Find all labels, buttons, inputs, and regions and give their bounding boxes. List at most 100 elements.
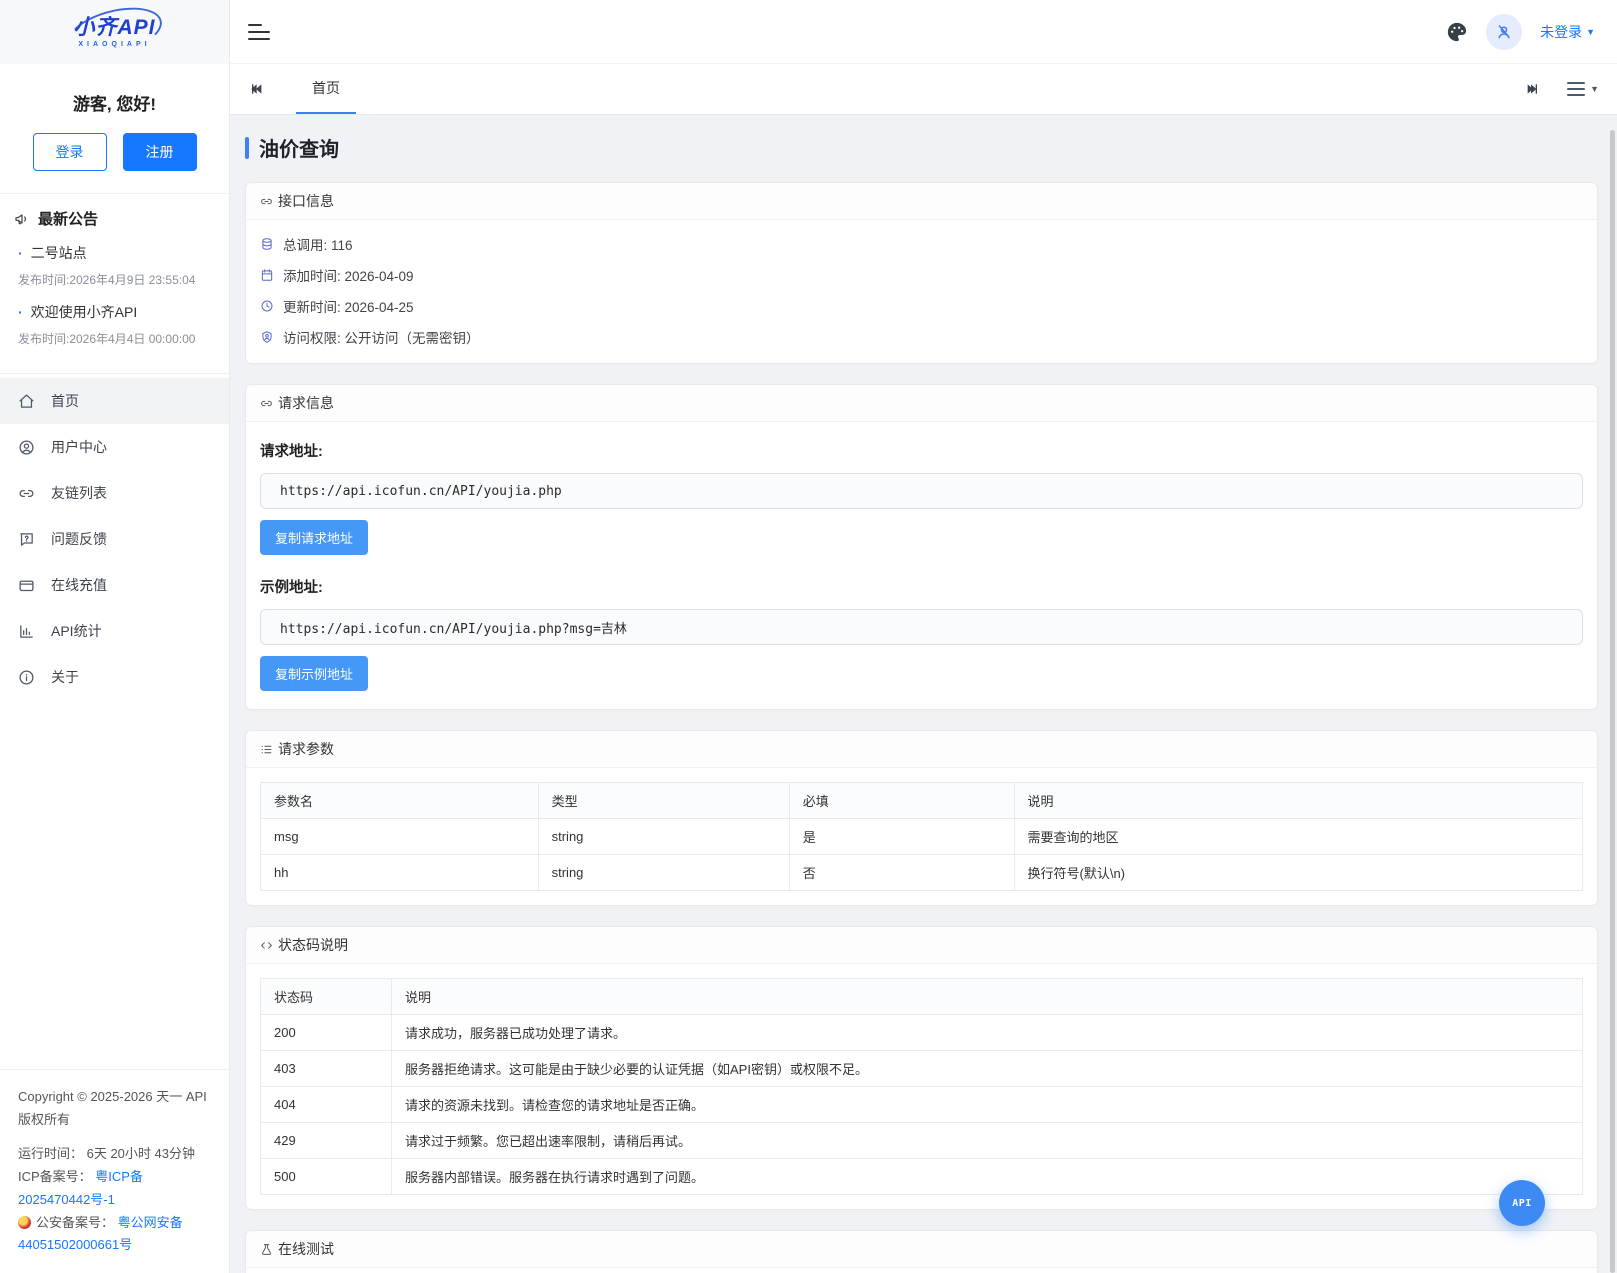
chart-icon (20, 624, 33, 638)
divider (0, 373, 229, 374)
table-row: hh string 否 换行符号(默认\n) (260, 854, 1584, 891)
status-code: 200 (260, 1014, 392, 1051)
card-title: 状态码说明 (278, 937, 348, 953)
login-status-text: 未登录 (1540, 23, 1583, 40)
announcement-item[interactable]: 二号站点 发布时间:2026年4月9日 23:55:04 (14, 243, 215, 288)
link-icon (261, 400, 272, 406)
status-codes-table: 状态码 说明 200 请求成功，服务器已成功处理了请求。 403 服务器拒绝请求… (260, 978, 1583, 1195)
sidebar-collapse-icon[interactable] (248, 23, 270, 40)
table-header-row: 状态码 说明 (260, 978, 1583, 1015)
example-url-label: 示例地址: (260, 580, 323, 596)
sidebar-item-home[interactable]: 首页 (0, 378, 229, 424)
announcement-title: 二号站点 (18, 243, 215, 263)
table-row: 429 请求过于频繁。您已超出速率限制，请稍后再试。 (260, 1122, 1583, 1159)
param-required: 是 (788, 818, 1015, 855)
status-description: 服务器内部错误。服务器在执行请求时遇到了问题。 (391, 1158, 1583, 1195)
guest-greeting: 游客, 您好! (72, 95, 157, 114)
status-description: 请求的资源未找到。请检查您的请求地址是否正确。 (391, 1086, 1583, 1123)
card-title: 在线测试 (278, 1241, 334, 1257)
column-header: 必填 (788, 782, 1015, 819)
tab-label: 首页 (312, 80, 340, 96)
param-required: 否 (788, 854, 1015, 891)
app-window: 小齐API XIAOQIAPI 游客, 您好! 登录 注册 最新公告 二号站点 … (0, 0, 1617, 1273)
topbar: 未登录 ▼ (230, 0, 1617, 64)
sidebar-item-api-stats[interactable]: API统计 (0, 608, 229, 654)
tabs-scroll-right-icon[interactable] (1525, 81, 1541, 97)
api-floating-button[interactable]: API (1499, 1180, 1545, 1226)
login-status-dropdown[interactable]: 未登录 ▼ (1540, 22, 1595, 42)
police-badge-icon (18, 1215, 31, 1229)
sidebar-item-feedback[interactable]: 问题反馈 (0, 516, 229, 562)
tab-home[interactable]: 首页 (296, 64, 356, 114)
card-icon (19, 580, 34, 591)
calendar-icon (261, 269, 273, 281)
page-title-row: 油价查询 (245, 133, 1598, 162)
access-permission-item: 访问权限: 公开访问（无需密钥） (260, 327, 1583, 347)
login-button[interactable]: 登录 (32, 133, 107, 171)
example-url-input[interactable] (260, 609, 1583, 645)
column-header: 说明 (391, 978, 1583, 1015)
status-codes-card: 状态码说明 状态码 说明 200 请求成功，服务器已成功处理了请求。 403 服… (245, 926, 1598, 1210)
code-icon (261, 941, 272, 949)
megaphone-icon (15, 213, 26, 224)
tabs-scroll-left-icon[interactable] (248, 81, 264, 97)
tabs-menu-dropdown[interactable]: ▼ (1567, 82, 1599, 96)
uptime-text: 运行时间： 6天 20小时 43分钟 (18, 1146, 195, 1162)
avatar[interactable] (1486, 13, 1523, 50)
updated-date-text: 更新时间: 2026-04-25 (283, 300, 414, 315)
announcement-title: 欢迎使用小齐API (18, 302, 215, 322)
copy-request-url-button[interactable]: 复制请求地址 (260, 520, 369, 555)
request-info-card: 请求信息 请求地址: 复制请求地址 示例地址: 复制示例地址 (245, 384, 1598, 710)
sidebar-item-label: 在线充值 (51, 577, 107, 593)
icp-label: ICP备案号： (18, 1169, 92, 1184)
table-row: 200 请求成功，服务器已成功处理了请求。 (260, 1014, 1583, 1051)
sidebar: 小齐API XIAOQIAPI 游客, 您好! 登录 注册 最新公告 二号站点 … (0, 0, 230, 1273)
announcements-section: 最新公告 二号站点 发布时间:2026年4月9日 23:55:04 欢迎使用小齐… (0, 194, 229, 373)
sidebar-item-recharge[interactable]: 在线充值 (0, 562, 229, 608)
request-params-card: 请求参数 参数名 类型 必填 说明 msg string 是 需要查询的地区 h… (245, 730, 1598, 906)
request-url-label: 请求地址: (260, 444, 323, 460)
card-title: 请求参数 (278, 741, 334, 757)
card-title: 接口信息 (278, 193, 334, 209)
main-content: 油价查询 接口信息 总调用: 116 添加时间: 2026-04-09 更新时间… (230, 115, 1617, 1273)
brand-logo[interactable]: 小齐API XIAOQIAPI (0, 0, 229, 65)
online-test-card: 在线测试 msg hh (245, 1230, 1598, 1273)
link-icon (261, 198, 272, 204)
copy-example-url-button[interactable]: 复制示例地址 (260, 656, 369, 691)
table-row: 500 服务器内部错误。服务器在执行请求时遇到了问题。 (260, 1158, 1583, 1195)
announcement-item[interactable]: 欢迎使用小齐API 发布时间:2026年4月4日 00:00:00 (14, 302, 215, 347)
database-icon (262, 238, 272, 250)
user-slash-icon (1498, 24, 1510, 38)
sidebar-item-label: 用户中心 (51, 439, 107, 455)
sidebar-item-about[interactable]: 关于 (0, 654, 229, 700)
sidebar-item-friend-links[interactable]: 友链列表 (0, 470, 229, 516)
table-row: 403 服务器拒绝请求。这可能是由于缺少必要的认证凭据（如API密钥）或权限不足… (260, 1050, 1583, 1087)
copyright-text: Copyright © 2025-2026 天一 API 版权所有 (18, 1088, 207, 1127)
page-title: 油价查询 (259, 139, 339, 161)
clock-icon (261, 300, 273, 312)
content-column: 未登录 ▼ 首页 ▼ 油价查询 接口信息 总调用: 116 添加时间: 2026… (230, 0, 1617, 1273)
menu-lines-icon (1567, 82, 1586, 96)
status-code: 500 (260, 1158, 392, 1195)
column-header: 类型 (537, 782, 790, 819)
updated-date-item: 更新时间: 2026-04-25 (260, 296, 1583, 316)
theme-palette-icon[interactable] (1446, 21, 1468, 43)
tabbar: 首页 ▼ (230, 64, 1617, 115)
total-calls-item: 总调用: 116 (260, 234, 1583, 254)
status-code: 429 (260, 1122, 392, 1159)
announcement-time: 发布时间:2026年4月4日 00:00:00 (18, 332, 196, 346)
sidebar-item-label: 友链列表 (51, 485, 107, 501)
params-table: 参数名 类型 必填 说明 msg string 是 需要查询的地区 hh str… (260, 782, 1584, 891)
param-description: 需要查询的地区 (1013, 818, 1584, 855)
register-button[interactable]: 注册 (122, 133, 197, 171)
sidebar-item-label: API统计 (51, 623, 102, 639)
info-icon (19, 669, 34, 685)
card-title: 请求信息 (278, 395, 334, 411)
logo-swoosh-decoration (62, 0, 167, 65)
request-url-input[interactable] (260, 473, 1583, 509)
sidebar-item-user-center[interactable]: 用户中心 (0, 424, 229, 470)
list-icon (261, 745, 272, 753)
scrollbar[interactable] (1610, 130, 1615, 1273)
param-name: msg (260, 818, 539, 855)
total-calls-text: 总调用: 116 (283, 238, 353, 253)
